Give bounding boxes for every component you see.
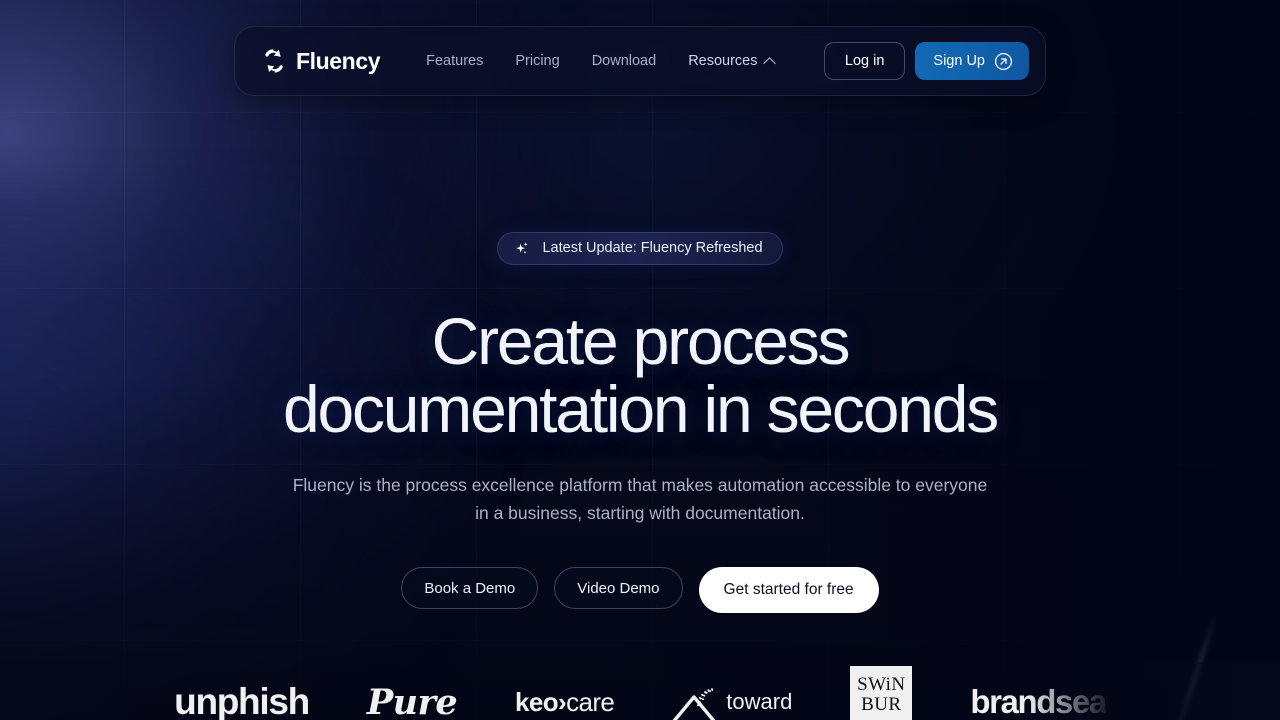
logo-unphish: unphish <box>174 681 310 720</box>
nav-links: Features Pricing Download Resources <box>410 52 789 70</box>
logo-keocare: keo › care <box>515 676 615 720</box>
arrow-up-right-circle-icon <box>994 52 1013 70</box>
hero-subheading: Fluency is the process excellence platfo… <box>293 471 988 527</box>
nav-link-features[interactable]: Features <box>410 54 499 69</box>
headline-line-2: documentation in seconds <box>282 372 999 446</box>
fluency-swirl-logo-icon <box>265 49 283 73</box>
nav-link-download[interactable]: Download <box>576 54 673 69</box>
logo-swinburne-line-1: SWiN <box>857 674 906 695</box>
login-button[interactable]: Log in <box>823 42 906 80</box>
latest-update-badge[interactable]: Latest Update: Fluency Refreshed <box>497 232 783 265</box>
navbar-wrapper: Fluency Features Pricing Download Resour… <box>0 26 1280 96</box>
headline-line-1: Create process <box>431 304 851 378</box>
logo-swinburne-line-2: BUR <box>861 694 902 715</box>
get-started-for-free-button[interactable]: Get started for free <box>698 567 879 613</box>
page-title: Create process documentation in seconds <box>282 304 999 446</box>
logo-brandsea: brandsea <box>970 676 1107 720</box>
logo-keocare-text-a: keo <box>515 686 559 717</box>
book-a-demo-button[interactable]: Book a Demo <box>401 567 539 609</box>
sparkle-icon <box>516 242 529 254</box>
nav-link-pricing[interactable]: Pricing <box>499 54 575 69</box>
logo-keocare-text-b: care <box>566 686 615 717</box>
nav-link-resources-label: Resources <box>688 52 758 69</box>
nav-actions: Log in Sign Up <box>823 42 1029 80</box>
chevron-up-icon <box>762 56 776 70</box>
logo-toward-label: toward <box>726 689 793 714</box>
cta-row: Book a Demo Video Demo Get started for f… <box>401 565 879 613</box>
hero-section: Latest Update: Fluency Refreshed Create … <box>0 232 1280 613</box>
latest-update-badge-label: Latest Update: Fluency Refreshed <box>542 240 763 257</box>
toward-arch-icon <box>672 688 716 720</box>
logo-toward: toward <box>672 676 792 720</box>
logo-swinburne: SWiN BUR <box>850 666 913 720</box>
logo-keocare-glyph: › <box>558 686 567 717</box>
nav-link-resources[interactable]: Resources <box>672 52 789 70</box>
signup-button[interactable]: Sign Up <box>915 42 1029 80</box>
brand-name: Fluency <box>296 47 381 74</box>
brand-logo[interactable]: Fluency <box>261 47 381 74</box>
logo-pure: Pure <box>366 681 458 720</box>
customer-logo-strip: unphish Pure keo › care toward SWiN BUR br… <box>0 662 1280 720</box>
video-demo-button[interactable]: Video Demo <box>554 567 683 609</box>
subheading-line-2: in a business, starting with documentati… <box>475 503 805 523</box>
subheading-line-1: Fluency is the process excellence platfo… <box>292 475 988 495</box>
signup-button-label: Sign Up <box>933 52 985 69</box>
main-navbar: Fluency Features Pricing Download Resour… <box>234 26 1046 96</box>
landing-page: Fluency Features Pricing Download Resour… <box>0 0 1280 720</box>
